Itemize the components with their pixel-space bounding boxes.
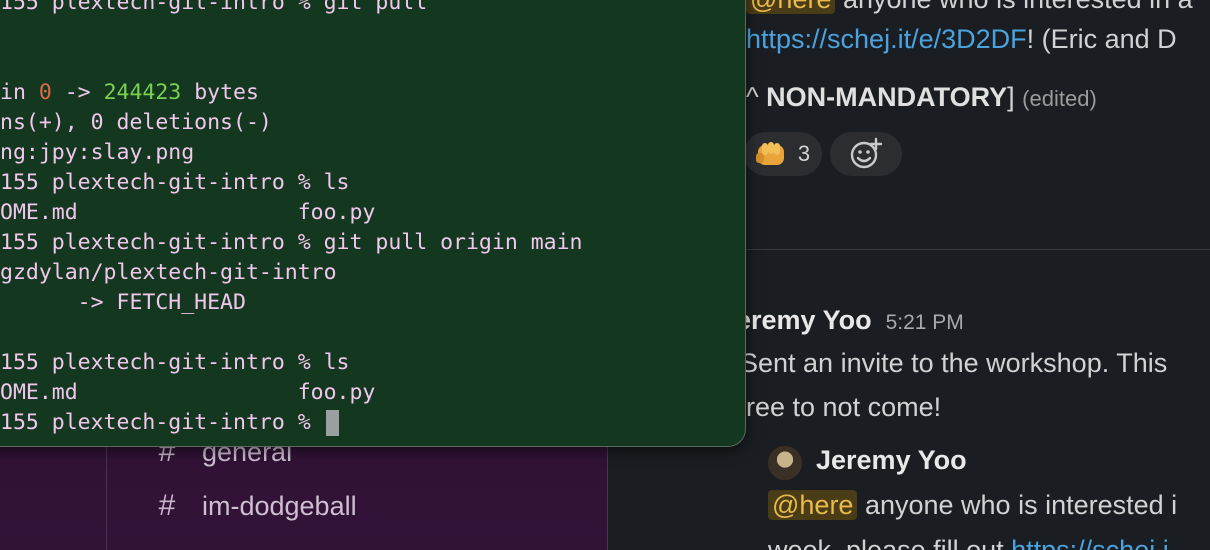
message-pane: @here anyone who is interested in a http… [738,0,1210,550]
message-line: ree to not come! [746,392,942,422]
here-mention[interactable]: @here [746,0,836,14]
terminal-line: -> FETCH_HEAD [0,290,246,315]
terminal-window[interactable]: 155 plextech-git-intro % git pull in 0 -… [0,0,746,447]
terminal-line: 155 plextech-git-intro % ls [0,350,350,375]
terminal-line: 155 plextech-git-intro % git pull [0,0,428,15]
add-reaction-button[interactable] [830,132,902,176]
terminal-line: in 0 -> 244423 bytes [0,80,259,105]
message-timestamp[interactable]: 5:21 PM [886,311,964,334]
terminal-prompt-line[interactable]: 155 plextech-git-intro % [0,408,339,438]
terminal-line: gzdylan/plextech-git-intro [0,260,337,285]
message-divider [738,249,1210,250]
quoted-message-author[interactable]: Jeremy Yoo [816,445,967,476]
message-line: week, please fill out https://schej.i [768,535,1169,550]
hash-icon: # [158,489,176,522]
edited-label: (edited) [1022,86,1097,111]
reaction-count: 3 [797,141,811,166]
schej-link[interactable]: https://schej.i [1011,535,1169,550]
message-line: ^ NON-MANDATORY] (edited) [746,82,1097,112]
here-mention[interactable]: @here [768,490,858,520]
terminal-line: 155 plextech-git-intro % ls [0,170,350,195]
reaction-fist-bump[interactable]: 3 [744,132,822,176]
fist-bump-icon [755,142,784,165]
channel-name: im-dodgeball [202,490,357,521]
terminal-line: 155 plextech-git-intro % git pull origin… [0,230,583,255]
message-line: @here anyone who is interested i [768,490,1177,521]
message-line: Sent an invite to the workshop. This [740,348,1168,378]
avatar[interactable] [768,446,802,480]
message-line: @here anyone who is interested in a [746,0,1193,15]
terminal-line: ng:jpy:slay.png [0,140,195,165]
terminal-line: OME.md foo.py [0,380,376,405]
terminal-line: OME.md foo.py [0,200,376,225]
channel-item-im-dodgeball[interactable]: # im-dodgeball [154,486,357,526]
message-author[interactable]: eremy Yoo 5:21 PM [738,305,964,336]
add-reaction-icon [850,137,883,169]
terminal-line: ns(+), 0 deletions(-) [0,110,272,135]
message-line: https://schej.it/e/3D2DF! (Eric and D [746,24,1177,54]
terminal-cursor [325,410,339,436]
schej-link[interactable]: https://schej.it/e/3D2DF [746,24,1027,54]
